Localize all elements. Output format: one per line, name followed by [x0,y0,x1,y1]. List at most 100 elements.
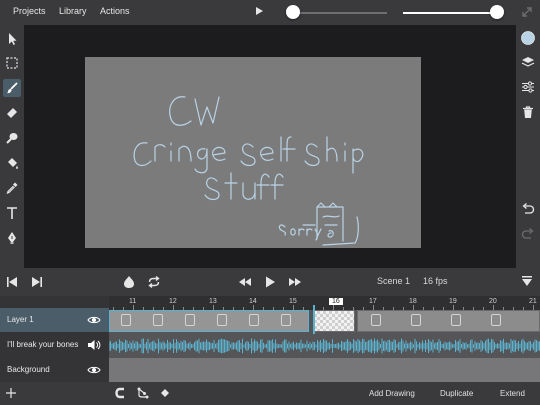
frame-cell[interactable] [357,310,540,332]
fill-tool[interactable] [3,154,21,172]
background-layer-row[interactable]: Background [0,358,109,382]
marquee-select-icon [6,57,18,69]
frame-number: 14 [249,298,257,305]
pointer-tool[interactable] [3,30,21,48]
color-swatch-icon [521,31,535,45]
eraser-icon [7,108,17,118]
frame-cell[interactable] [313,310,355,332]
frame-number: 15 [289,298,297,305]
play-preview-icon[interactable] [256,7,263,15]
loop-button[interactable] [146,274,162,290]
delete-button[interactable] [519,103,537,121]
layer-row[interactable]: Layer 1 [0,308,109,332]
text-tool[interactable] [3,204,21,222]
eraser-tool[interactable] [3,104,21,122]
frame-number: 11 [129,298,137,305]
frame-number: 13 [209,298,217,305]
audio-layer-row[interactable]: I'll break your bones [0,333,109,357]
smudge-tool[interactable] [3,129,21,147]
waveform-path [109,338,540,354]
extend-button[interactable]: Extend [500,389,525,398]
add-drawing-button[interactable]: Add Drawing [369,389,415,398]
collapse-timeline-icon [522,276,532,286]
redo-button[interactable] [519,225,537,243]
frame-number: 19 [449,298,457,305]
rewind-button[interactable] [237,274,253,290]
add-layer-icon[interactable] [6,388,16,398]
drawing-canvas[interactable] [85,57,421,248]
frame-number: 17 [369,298,377,305]
frame-thumbnail [217,314,227,326]
onion-icon [124,276,134,288]
onion-skin-slider[interactable] [287,12,387,14]
frame-thumbnail [153,314,163,326]
undo-button[interactable] [519,200,537,218]
frame-cell[interactable] [109,310,309,332]
next-frame-button[interactable] [29,274,45,290]
eye-icon[interactable] [87,314,101,326]
eye-icon[interactable] [87,364,101,376]
frame-number: 18 [409,298,417,305]
timeline-tracks [109,310,540,382]
timeline-ruler[interactable]: 11 12 13 14 15 16 17 18 19 20 21 [109,296,540,310]
brush-tool[interactable] [3,79,21,97]
menu-library[interactable]: Library [59,6,87,16]
keyframe-icon[interactable] [161,389,169,397]
fullscreen-icon[interactable] [520,5,534,19]
onion-skin-button[interactable] [121,274,137,290]
menu-projects[interactable]: Projects [13,6,46,16]
adjustments-button[interactable] [519,78,537,96]
pen-tool[interactable] [3,229,21,247]
stage [24,25,516,268]
speaker-icon[interactable] [87,339,101,351]
collapse-timeline-button[interactable] [519,274,535,290]
curve-node-icon[interactable] [137,387,149,399]
audio-layer-name: I'll break your bones [7,340,79,349]
side-panel [516,25,540,268]
frame-number: 21 [529,298,537,305]
eyedropper-icon [6,182,18,194]
rewind-icon [239,278,251,286]
frame-thumbnail [411,314,421,326]
frame-number: 20 [489,298,497,305]
adjustments-icon [522,81,534,93]
tool-bar [0,25,24,268]
fast-forward-button[interactable] [287,274,303,290]
frame-thumbnail [121,314,131,326]
zoom-slider[interactable] [403,12,497,14]
prev-frame-button[interactable] [4,274,20,290]
play-icon [266,276,275,288]
frame-number: 16 [329,298,343,305]
playhead[interactable] [313,305,315,334]
eyedropper-tool[interactable] [3,179,21,197]
frame-number: 12 [169,298,177,305]
frame-thumbnail [491,314,501,326]
scene-selector[interactable]: Scene 1 [377,276,410,286]
play-button[interactable] [262,274,278,290]
sketch-drawing [133,96,364,246]
fps-selector[interactable]: 16 fps [423,276,448,286]
frame-thumbnail [249,314,259,326]
onion-skin-slider-thumb[interactable] [286,5,300,19]
zoom-slider-thumb[interactable] [490,5,504,19]
layer-name: Layer 1 [7,315,34,324]
undo-icon [522,203,535,214]
color-swatch-button[interactable] [519,29,537,47]
top-bar: Projects Library Actions [0,0,540,25]
brush-icon [7,82,18,94]
frame-thumbnail [451,314,461,326]
layer-panel: Layer 1 I'll break your bones Background [0,296,109,382]
bottom-bar: Add Drawing Duplicate Extend [0,382,540,405]
magnet-icon[interactable] [115,387,127,399]
playback-bar: Scene 1 16 fps [0,268,540,296]
duplicate-button[interactable]: Duplicate [440,389,473,398]
menu-actions[interactable]: Actions [100,6,130,16]
frame-thumbnail [281,314,291,326]
step-back-icon [7,277,17,287]
layers-button[interactable] [519,53,537,71]
frame-thumbnail [371,314,381,326]
select-tool[interactable] [3,54,21,72]
background-layer-name: Background [7,365,50,374]
pen-icon [8,232,16,244]
background-track [109,358,540,382]
